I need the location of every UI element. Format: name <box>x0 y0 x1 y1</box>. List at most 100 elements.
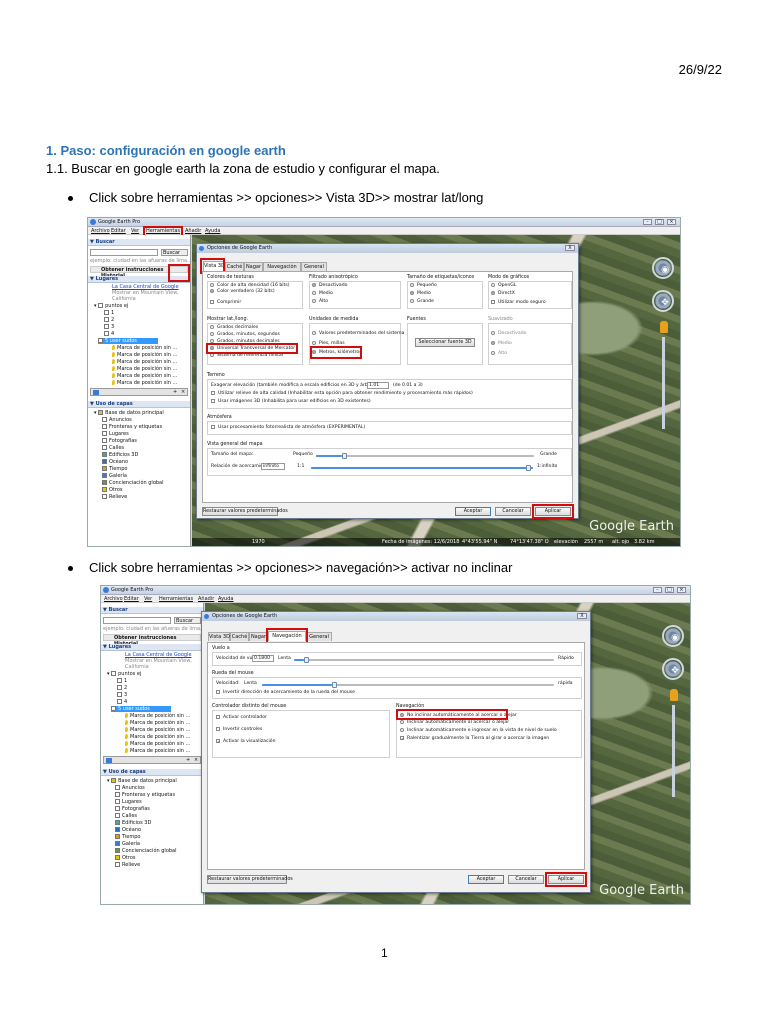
placemark-item[interactable]: Marca de posición sin ... <box>125 727 190 733</box>
search-input[interactable] <box>90 249 158 256</box>
layer-item[interactable]: Océano <box>115 827 141 833</box>
folder-item-selected[interactable]: 5 user sudos <box>111 706 171 712</box>
ok-button[interactable]: Aceptar <box>468 875 504 884</box>
map-size-slider[interactable] <box>316 453 534 459</box>
directions-tabs[interactable]: Obtener instrucciones Historial <box>103 634 201 647</box>
tab-general[interactable]: General <box>301 262 327 271</box>
layer-item[interactable]: Calles <box>102 445 124 451</box>
placemark-item[interactable]: Marca de posición sin ... <box>125 741 190 747</box>
placemark-item[interactable]: Marca de posición sin ... <box>125 720 190 726</box>
ok-button[interactable]: Aceptar <box>455 507 491 516</box>
tab-nagar[interactable]: Nagar <box>244 262 263 271</box>
move-compass[interactable]: ✥ <box>662 658 684 680</box>
folder-item[interactable]: 4 <box>117 699 127 705</box>
folder-item[interactable]: 1 <box>117 678 127 684</box>
restore-defaults-button[interactable]: Restaurar valores predeterminados <box>202 507 288 516</box>
layers-section-header[interactable]: ▼ Uso de capas <box>101 769 203 776</box>
checkbox-enable-view[interactable]: ✓ Activar la visualización <box>216 739 276 745</box>
layer-item[interactable]: Calles <box>115 813 137 819</box>
search-section-header[interactable]: ▼ Buscar <box>101 607 203 614</box>
layer-item[interactable]: Otros <box>115 855 136 861</box>
close-icon[interactable]: × <box>677 587 686 593</box>
add-icon[interactable]: + <box>173 389 177 395</box>
placemark-item[interactable]: Marca de posición sin ... <box>112 345 177 351</box>
checkbox-hq-terrain[interactable]: Utilizar relieve de alta calidad (Inhabi… <box>211 391 473 397</box>
menu-anadir[interactable]: Añadir <box>198 596 214 602</box>
zoom-ratio-slider[interactable] <box>311 465 533 471</box>
layer-item[interactable]: Concienciación global <box>102 480 164 486</box>
close-icon[interactable]: × <box>667 219 676 225</box>
placemark-item[interactable]: Marca de posición sin ... <box>125 748 190 754</box>
look-compass[interactable]: ◉ <box>652 257 674 279</box>
placemark-item[interactable]: Marca de posición sin ... <box>112 373 177 379</box>
folder-puntos[interactable]: ▾ puntos ej <box>94 303 128 309</box>
remove-icon[interactable]: × <box>181 389 185 395</box>
folder-item[interactable]: 1 <box>104 310 114 316</box>
checkbox-atmosphere[interactable]: Usar procesamiento fotorrealista de atmó… <box>211 425 365 431</box>
placemark-item[interactable]: Marca de posición sin ... <box>112 366 177 372</box>
layer-item[interactable]: Edificios 3D <box>115 820 151 826</box>
menu-ver[interactable]: Ver <box>144 596 152 602</box>
layer-item[interactable]: Anuncios <box>115 785 145 791</box>
layer-item[interactable]: Lugares <box>102 431 129 437</box>
add-icon[interactable]: + <box>186 757 190 763</box>
street-view-person-icon[interactable] <box>670 689 678 701</box>
folder-item[interactable]: 2 <box>117 685 127 691</box>
menu-ver[interactable]: Ver <box>131 228 139 234</box>
menu-editar[interactable]: Editar <box>124 596 139 602</box>
radio-directx[interactable]: DirectX <box>491 291 515 297</box>
layer-item[interactable]: Fronteras y etiquetas <box>102 424 162 430</box>
radio-labels-medium[interactable]: Medio <box>410 291 431 297</box>
layer-item[interactable]: Galería <box>115 841 140 847</box>
layer-item[interactable]: Edificios 3D <box>102 452 138 458</box>
placemark-item[interactable]: Marca de posición sin ... <box>125 734 190 740</box>
radio-aniso-medium[interactable]: Medio <box>312 291 333 297</box>
layer-item[interactable]: Tiempo <box>102 466 127 472</box>
cancel-button[interactable]: Cancelar <box>508 875 544 884</box>
folder-item[interactable]: 3 <box>104 324 114 330</box>
mouse-speed-slider[interactable] <box>262 682 554 688</box>
radio-opengl[interactable]: OpenGL <box>491 283 516 289</box>
layer-item[interactable]: Fronteras y etiquetas <box>115 792 175 798</box>
tab-vista-3d[interactable]: Vista 3D <box>208 632 230 641</box>
folder-puntos[interactable]: ▾ puntos ej <box>107 671 141 677</box>
layer-item[interactable]: Tiempo <box>115 834 140 840</box>
layer-item[interactable]: Fotografías <box>102 438 137 444</box>
placemark-item[interactable]: Marca de posición sin ... <box>112 359 177 365</box>
layers-section-header[interactable]: ▼ Uso de capas <box>88 401 190 408</box>
radio-auto-tilt-ground[interactable]: Inclinar automáticamente e ingresar en l… <box>400 728 557 734</box>
zoom-ratio-input[interactable]: infinito <box>261 463 285 470</box>
radio-aniso-off[interactable]: Desactivado <box>312 283 347 289</box>
radio-auto-tilt[interactable]: Inclinar automáticamente al acercar o al… <box>400 720 509 726</box>
layer-item[interactable]: Galería <box>102 473 127 479</box>
checkbox-invert-wheel[interactable]: Invertir dirección de acercamiento de la… <box>216 690 355 696</box>
search-button[interactable]: Buscar <box>161 249 188 256</box>
checkbox-3d-imagery[interactable]: Usar imágenes 3D (Inhabilita para usar e… <box>211 399 371 405</box>
radio-aniso-high[interactable]: Alto <box>312 299 328 305</box>
fly-speed-slider[interactable] <box>294 657 554 663</box>
checkbox-slow-rotation[interactable]: ✓ Ralentizar gradualmente la Tierra al gi… <box>400 736 549 742</box>
dialog-close-button[interactable]: X <box>565 245 575 251</box>
street-view-person-icon[interactable] <box>660 321 668 333</box>
radio-labels-large[interactable]: Grande <box>410 299 434 305</box>
maximize-icon[interactable]: □ <box>665 587 674 593</box>
layer-item[interactable]: ▾ Base de datos principal <box>94 410 164 416</box>
places-section-header[interactable]: ▼ Lugares <box>101 644 203 651</box>
menu-ayuda[interactable]: Ayuda <box>218 596 233 602</box>
layer-item[interactable]: Anuncios <box>102 417 132 423</box>
menu-archivo[interactable]: Archivo <box>104 596 123 602</box>
radio-texture-32[interactable]: Color verdadero (32 bits) <box>210 289 275 295</box>
menu-editar[interactable]: Editar <box>111 228 126 234</box>
map-view-icon[interactable] <box>93 390 99 395</box>
radio-smoothing-off[interactable]: Desactivado <box>491 331 526 337</box>
folder-item[interactable]: 3 <box>117 692 127 698</box>
folder-item[interactable]: 4 <box>104 331 114 337</box>
search-input[interactable] <box>103 617 171 624</box>
layer-item[interactable]: ▾ Base de datos principal <box>107 778 177 784</box>
layer-item[interactable]: Concienciación global <box>115 848 177 854</box>
radio-decimal-degrees[interactable]: Grados decimales <box>210 325 258 331</box>
layer-item[interactable]: Relieve <box>115 862 140 868</box>
menu-ayuda[interactable]: Ayuda <box>205 228 220 234</box>
radio-dms[interactable]: Grados, minutos, segundos <box>210 332 280 338</box>
menu-anadir[interactable]: Añadir <box>185 228 201 234</box>
